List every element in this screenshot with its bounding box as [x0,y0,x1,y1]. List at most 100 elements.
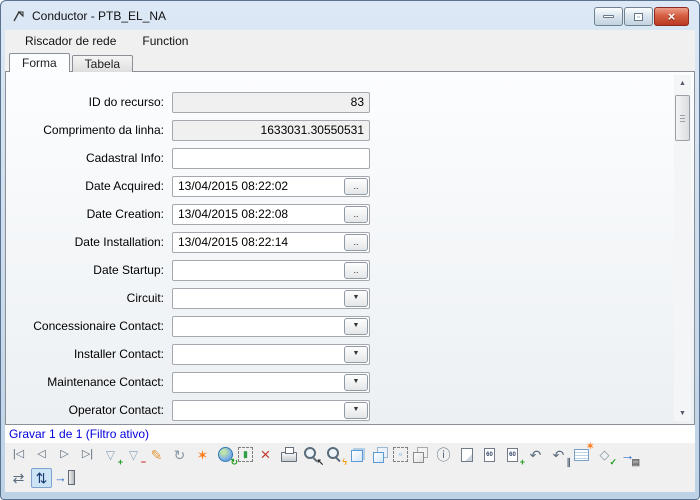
first-record-icon[interactable]: |◁ [8,445,29,465]
tab-tabela[interactable]: Tabela [71,55,134,72]
field-label: ID do recurso: [88,95,164,109]
dropdown-button[interactable]: ▼ [344,401,368,419]
field-text[interactable] [173,260,344,280]
zoom-pointer-icon[interactable]: ↖ [301,445,324,466]
field-input[interactable]: ▼ [172,287,370,309]
previous-record-icon[interactable]: ◁ [31,445,52,465]
field-text[interactable] [173,120,369,140]
dropdown-button[interactable]: ▼ [344,373,368,391]
network-flow-icon[interactable]: ⇄ [8,468,29,488]
field-input[interactable]: .. [172,259,370,281]
field-label: Maintenance Contact: [47,375,164,389]
scroll-down-icon[interactable]: ▼ [674,405,691,421]
field-label: Installer Contact: [73,347,164,361]
conductor-icon [13,10,24,21]
cubes-copy-icon[interactable] [370,445,391,465]
title-bar: Conductor - PTB_EL_NA × [5,1,695,30]
menu-bar: Riscador de rede Function [5,30,695,51]
field-label: Date Acquired: [85,179,164,193]
remove-filter-icon[interactable]: ▽ − [123,445,146,467]
spark-icon[interactable]: ✶ [192,445,213,465]
close-button[interactable]: × [654,7,689,26]
cube-icon[interactable] [347,445,368,465]
field-label: Date Startup: [93,263,164,277]
field-text[interactable] [173,288,344,308]
dropdown-button[interactable]: ▼ [344,317,368,335]
dropdown-button[interactable]: ▼ [344,289,368,307]
field-input[interactable]: ▼ [172,371,370,393]
field-input[interactable]: ▼ [172,315,370,337]
field-text[interactable] [173,232,344,252]
restore-icon [634,12,643,21]
field-input[interactable] [172,147,370,169]
zoom-flash-icon[interactable]: ϟ [324,445,347,466]
field-input[interactable]: ▼ [172,399,370,421]
info-icon[interactable]: ⓘ [433,445,454,465]
globe-refresh-icon[interactable]: ↻ [215,445,238,466]
field-text[interactable] [173,344,344,364]
vertical-scrollbar[interactable]: ▲ ▼ [674,75,691,421]
tab-forma[interactable]: Forma [9,53,70,72]
form-row: Cadastral Info: [6,144,694,172]
form-row: Concessionaire Contact: ▼ [6,312,694,340]
dialog-window: Conductor - PTB_EL_NA × Riscador de rede… [0,0,700,500]
preferences-icon[interactable]: ⇅ [31,467,52,488]
export-data-icon[interactable]: → ▤ [617,445,641,467]
menu-function[interactable]: Function [142,34,188,48]
field-text[interactable] [173,92,369,112]
field-text[interactable] [173,316,344,336]
field-text[interactable] [173,176,344,196]
scroll-up-icon[interactable]: ▲ [674,75,691,91]
restore-button[interactable] [624,7,653,26]
field-text[interactable] [173,372,344,392]
form-panel: ID do recurso: Comprimento da linha: Cad… [5,71,695,425]
edit-pencil-icon[interactable]: ✎ [146,445,167,465]
form: ID do recurso: Comprimento da linha: Cad… [6,72,694,424]
trace-path-icon[interactable]: ↶ [525,445,546,465]
date-picker-button[interactable]: .. [344,177,368,195]
date-picker-button[interactable]: .. [344,261,368,279]
secondary-toolbar: ⇄ ⇅ → [5,466,695,492]
exit-icon[interactable]: → [54,468,75,488]
last-record-icon[interactable]: ▷| [77,445,98,465]
add-filter-icon[interactable]: ▽ + [100,445,123,467]
field-text[interactable] [173,148,369,168]
window-controls: × [594,7,689,26]
trace-multipath-icon[interactable]: ↶ ∥ [548,445,571,467]
refresh-icon[interactable]: ↻ [169,445,190,465]
field-input[interactable]: ▼ [172,343,370,365]
field-text[interactable] [173,400,344,420]
field-input[interactable]: .. [172,203,370,225]
date-picker-button[interactable]: .. [344,205,368,223]
field-input[interactable]: .. [172,231,370,253]
field-input[interactable]: .. [172,175,370,197]
form-row: Maintenance Contact: ▼ [6,368,694,396]
report-icon[interactable]: 60 [479,445,500,465]
date-picker-button[interactable]: .. [344,233,368,251]
new-note-icon[interactable]: ✶ [571,441,594,465]
scrollbar-thumb[interactable] [675,95,690,141]
close-icon: × [667,9,676,24]
minimize-button[interactable] [594,7,623,26]
select-area-icon[interactable]: ▮ [238,447,253,462]
field-text[interactable] [173,204,344,224]
validate-icon[interactable]: ◇ ✓ [594,445,618,466]
print-icon[interactable] [278,445,299,465]
window-title: Conductor - PTB_EL_NA [32,8,167,23]
field-input[interactable] [172,119,370,141]
menu-riscador-de-rede[interactable]: Riscador de rede [25,34,116,48]
cube-select-icon[interactable]: ▫ [393,447,408,462]
dropdown-button[interactable]: ▼ [344,345,368,363]
form-row: Date Startup: .. [6,256,694,284]
delete-icon[interactable]: × [255,445,276,465]
form-row: Date Acquired: .. [6,172,694,200]
add-report-icon[interactable]: 60 + [502,445,525,466]
document-icon[interactable] [456,445,477,465]
next-record-icon[interactable]: ▷ [54,445,75,465]
field-input[interactable] [172,91,370,113]
cubes-gray-icon[interactable] [410,445,431,465]
client-area: Riscador de rede Function Forma Tabela I… [5,30,695,492]
form-row: Comprimento da linha: [6,116,694,144]
field-label: Date Creation: [86,207,164,221]
field-label: Date Installation: [74,235,164,249]
